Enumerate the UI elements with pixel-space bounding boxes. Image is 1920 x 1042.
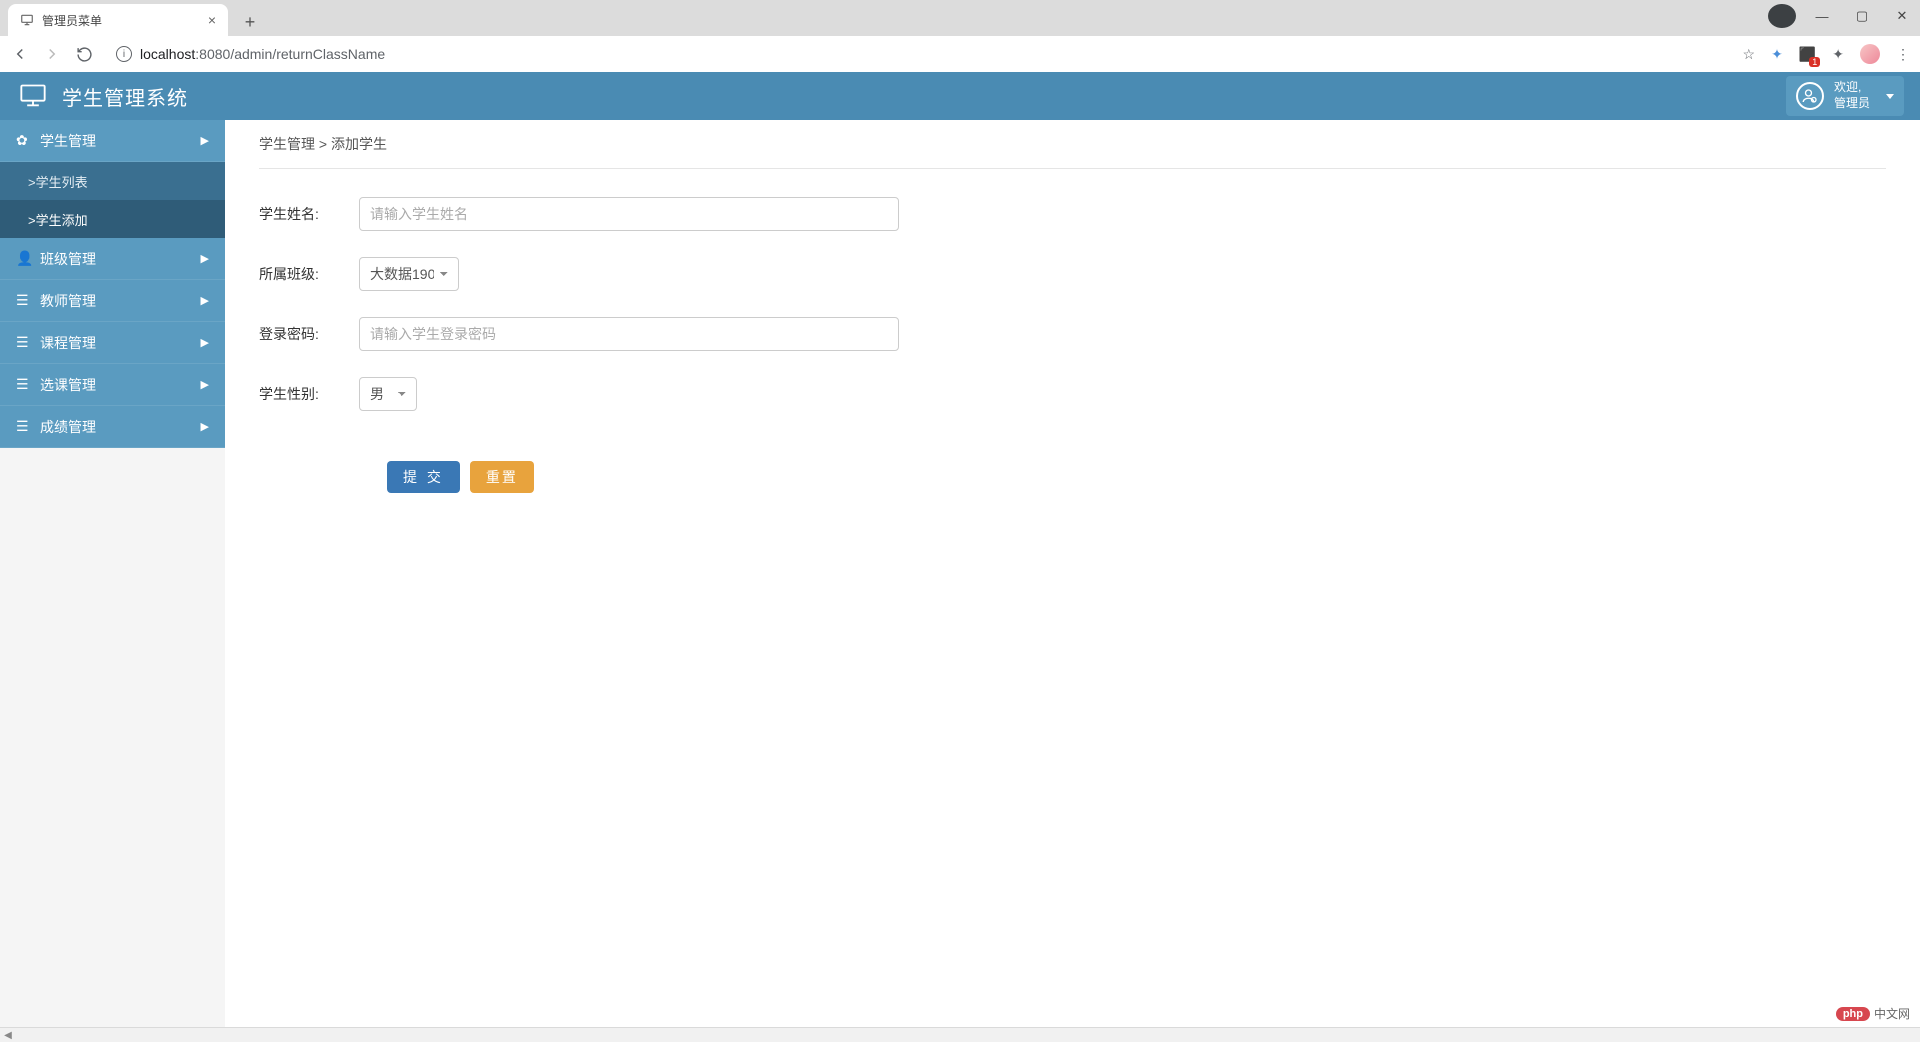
new-tab-button[interactable]: + bbox=[236, 8, 264, 36]
browser-tab[interactable]: 管理员菜单 × bbox=[8, 4, 228, 36]
monitor-icon bbox=[16, 82, 50, 110]
monitor-icon bbox=[20, 13, 34, 27]
welcome-text: 欢迎,管理员 bbox=[1834, 80, 1870, 111]
chevron-right-icon: ▶ bbox=[201, 134, 209, 147]
name-label: 学生姓名: bbox=[259, 204, 359, 224]
password-label: 登录密码: bbox=[259, 324, 359, 344]
sidebar: ✿ 学生管理 ▶ >学生列表 >学生添加 👤 班级管理 ▶ ☰ 教师管理 ▶ ☰… bbox=[0, 120, 225, 1042]
window-controls: — ▢ ✕ bbox=[1768, 4, 1916, 28]
browser-chrome: — ▢ ✕ 管理员菜单 × + i localhost:8080/admin/r… bbox=[0, 0, 1920, 72]
horizontal-scrollbar[interactable]: ◀ bbox=[0, 1027, 1920, 1042]
address-bar: i localhost:8080/admin/returnClassName ☆… bbox=[0, 36, 1920, 72]
sidebar-item-course[interactable]: ☰ 课程管理 ▶ bbox=[0, 322, 225, 364]
sidebar-sub-student-add[interactable]: >学生添加 bbox=[0, 200, 225, 238]
chevron-right-icon: ▶ bbox=[201, 336, 209, 349]
watermark-pill: php bbox=[1836, 1007, 1870, 1021]
forward-button[interactable] bbox=[42, 44, 62, 64]
app-header: 学生管理系统 欢迎,管理员 bbox=[0, 72, 1920, 120]
extension-bird-icon[interactable]: ✦ bbox=[1771, 46, 1783, 63]
sub-item-label: >学生添加 bbox=[28, 210, 88, 229]
sidebar-sub-student-list[interactable]: >学生列表 bbox=[0, 162, 225, 200]
sidebar-item-elective[interactable]: ☰ 选课管理 ▶ bbox=[0, 364, 225, 406]
back-button[interactable] bbox=[10, 44, 30, 64]
tab-title: 管理员菜单 bbox=[42, 12, 102, 29]
breadcrumb-root[interactable]: 学生管理 bbox=[259, 136, 315, 152]
app-title: 学生管理系统 bbox=[62, 82, 188, 111]
form-buttons: 提 交 重置 bbox=[387, 461, 1886, 493]
main-content: 学生管理 > 添加学生 学生姓名: 所属班级: 大数据1902 登录密码: 学生… bbox=[225, 120, 1920, 1042]
tab-close-button[interactable]: × bbox=[208, 12, 216, 28]
url-bar[interactable]: i localhost:8080/admin/returnClassName bbox=[106, 40, 1723, 68]
scroll-left-button[interactable]: ◀ bbox=[0, 1028, 16, 1042]
list-icon: ☰ bbox=[16, 376, 32, 393]
chevron-right-icon: ▶ bbox=[201, 294, 209, 307]
close-window-button[interactable]: ✕ bbox=[1888, 4, 1916, 28]
site-info-icon[interactable]: i bbox=[116, 46, 132, 62]
leaf-icon: ✿ bbox=[16, 132, 32, 149]
reset-button[interactable]: 重置 bbox=[470, 461, 534, 493]
name-input[interactable] bbox=[359, 197, 899, 231]
sidebar-item-student[interactable]: ✿ 学生管理 ▶ bbox=[0, 120, 225, 162]
caret-down-icon bbox=[1886, 94, 1894, 99]
sidebar-item-label: 课程管理 bbox=[40, 333, 96, 353]
chevron-right-icon: ▶ bbox=[201, 420, 209, 433]
sidebar-item-label: 学生管理 bbox=[40, 131, 96, 151]
sidebar-item-teacher[interactable]: ☰ 教师管理 ▶ bbox=[0, 280, 225, 322]
reload-button[interactable] bbox=[74, 44, 94, 64]
submit-button[interactable]: 提 交 bbox=[387, 461, 460, 493]
menu-dots-icon[interactable]: ⋮ bbox=[1896, 46, 1910, 63]
list-icon: ☰ bbox=[16, 418, 32, 435]
form-row-gender: 学生性别: 男 bbox=[259, 377, 1886, 411]
url-text: localhost:8080/admin/returnClassName bbox=[140, 46, 385, 62]
chevron-right-icon: ▶ bbox=[201, 252, 209, 265]
class-select[interactable]: 大数据1902 bbox=[359, 257, 459, 291]
maximize-button[interactable]: ▢ bbox=[1848, 4, 1876, 28]
gender-select[interactable]: 男 bbox=[359, 377, 417, 411]
extension-with-badge-icon[interactable]: ⬛1 bbox=[1799, 46, 1816, 63]
user-icon: 👤 bbox=[16, 250, 32, 267]
breadcrumb-current: 添加学生 bbox=[331, 136, 387, 152]
gender-label: 学生性别: bbox=[259, 384, 359, 404]
watermark-text: 中文网 bbox=[1874, 1005, 1910, 1022]
list-icon: ☰ bbox=[16, 334, 32, 351]
chevron-right-icon: ▶ bbox=[201, 378, 209, 391]
minimize-button[interactable]: — bbox=[1808, 4, 1836, 28]
body-layout: ✿ 学生管理 ▶ >学生列表 >学生添加 👤 班级管理 ▶ ☰ 教师管理 ▶ ☰… bbox=[0, 120, 1920, 1042]
form-row-password: 登录密码: bbox=[259, 317, 1886, 351]
avatar-icon bbox=[1796, 82, 1824, 110]
class-label: 所属班级: bbox=[259, 264, 359, 284]
toolbar-right: ☆ ✦ ⬛1 ✦ ⋮ bbox=[1743, 44, 1910, 64]
breadcrumb: 学生管理 > 添加学生 bbox=[259, 134, 1886, 169]
breadcrumb-sep: > bbox=[315, 136, 331, 152]
sidebar-item-label: 班级管理 bbox=[40, 249, 96, 269]
profile-avatar-icon[interactable] bbox=[1860, 44, 1880, 64]
sidebar-item-label: 成绩管理 bbox=[40, 417, 96, 437]
sub-item-label: >学生列表 bbox=[28, 172, 88, 191]
sidebar-item-score[interactable]: ☰ 成绩管理 ▶ bbox=[0, 406, 225, 448]
password-input[interactable] bbox=[359, 317, 899, 351]
sidebar-item-label: 教师管理 bbox=[40, 291, 96, 311]
form-row-name: 学生姓名: bbox=[259, 197, 1886, 231]
user-panel[interactable]: 欢迎,管理员 bbox=[1786, 76, 1904, 115]
extensions-icon[interactable]: ✦ bbox=[1832, 46, 1844, 63]
tab-bar: 管理员菜单 × + bbox=[0, 0, 1920, 36]
watermark: php 中文网 bbox=[1836, 1005, 1910, 1022]
incognito-icon bbox=[1768, 4, 1796, 28]
app-logo: 学生管理系统 bbox=[16, 82, 188, 111]
list-icon: ☰ bbox=[16, 292, 32, 309]
star-icon[interactable]: ☆ bbox=[1743, 46, 1756, 63]
form-row-class: 所属班级: 大数据1902 bbox=[259, 257, 1886, 291]
sidebar-item-label: 选课管理 bbox=[40, 375, 96, 395]
sidebar-item-class[interactable]: 👤 班级管理 ▶ bbox=[0, 238, 225, 280]
